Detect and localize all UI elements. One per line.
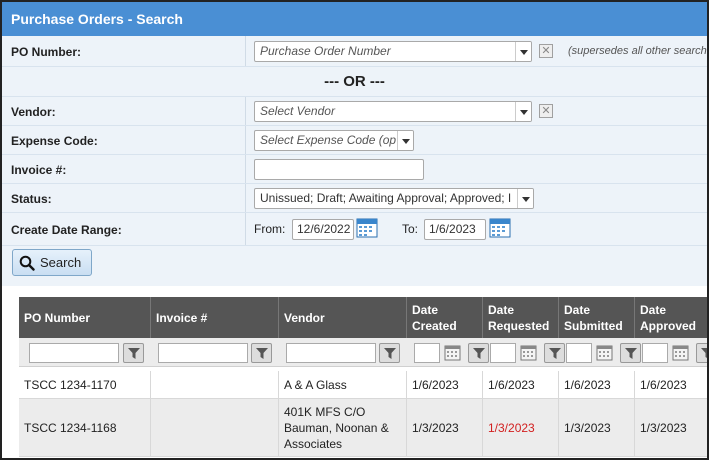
vendor-filter-input[interactable] bbox=[286, 343, 376, 363]
chevron-down-icon[interactable] bbox=[515, 42, 531, 61]
status-row: Status: Unissued; Draft; Awaiting Approv… bbox=[2, 184, 707, 213]
status-value: Unissued; Draft; Awaiting Approval; Appr… bbox=[260, 191, 512, 205]
date-range-label: Create Date Range: bbox=[11, 223, 122, 237]
date-approved-filter-input[interactable] bbox=[642, 343, 668, 363]
vendor-combobox[interactable]: Select Vendor bbox=[254, 101, 532, 122]
filter-icon[interactable] bbox=[468, 343, 489, 363]
row-divider bbox=[245, 155, 246, 183]
date-requested-cell: 1/3/2023 bbox=[483, 399, 559, 456]
po-number-hint: (supersedes all other search bbox=[568, 45, 707, 57]
table-row[interactable]: TSCC 1234-1168 401K MFS C/O Bauman, Noon… bbox=[19, 399, 707, 457]
column-header-vendor[interactable]: Vendor bbox=[279, 297, 407, 338]
calendar-icon[interactable] bbox=[489, 217, 511, 238]
column-header-date-created[interactable]: Date Created bbox=[407, 297, 483, 338]
row-divider bbox=[245, 126, 246, 154]
from-label: From: bbox=[254, 222, 286, 236]
filter-icon[interactable] bbox=[379, 343, 400, 363]
search-button-label: Search bbox=[40, 255, 82, 270]
invoice-cell bbox=[151, 399, 279, 456]
row-divider bbox=[245, 213, 246, 245]
search-form: PO Number: Purchase Order Number ✕ (supe… bbox=[2, 36, 707, 286]
or-row: --- OR --- bbox=[2, 67, 707, 97]
calendar-icon[interactable] bbox=[444, 344, 461, 361]
status-multiselect[interactable]: Unissued; Draft; Awaiting Approval; Appr… bbox=[254, 188, 534, 209]
filter-icon[interactable] bbox=[544, 343, 565, 363]
calendar-icon[interactable] bbox=[356, 217, 378, 238]
date-submitted-cell: 1/3/2023 bbox=[559, 399, 635, 456]
date-submitted-cell: 1/6/2023 bbox=[559, 371, 635, 398]
po-number-row: PO Number: Purchase Order Number ✕ (supe… bbox=[2, 36, 707, 67]
expense-code-placeholder: Select Expense Code (op bbox=[260, 133, 397, 147]
results-grid: PO Number Invoice # Vendor Date Created D… bbox=[19, 297, 707, 458]
calendar-icon[interactable] bbox=[596, 344, 613, 361]
filter-icon[interactable] bbox=[620, 343, 641, 363]
chevron-down-icon[interactable] bbox=[397, 131, 413, 150]
date-created-filter-input[interactable] bbox=[414, 343, 440, 363]
invoice-label: Invoice #: bbox=[11, 163, 67, 177]
invoice-input[interactable] bbox=[254, 159, 424, 180]
vendor-cell: 401K MFS C/O Bauman, Noonan & Associates bbox=[279, 399, 407, 456]
filter-icon[interactable] bbox=[696, 343, 707, 363]
po-number-cell: TSCC 1234-1170 bbox=[19, 371, 151, 398]
column-header-date-approved[interactable]: Date Approved bbox=[635, 297, 707, 338]
invoice-row: Invoice #: bbox=[2, 155, 707, 184]
chevron-down-icon[interactable] bbox=[517, 189, 533, 208]
column-header-po-number[interactable]: PO Number bbox=[19, 297, 151, 338]
calendar-icon[interactable] bbox=[672, 344, 689, 361]
date-submitted-filter-input[interactable] bbox=[566, 343, 592, 363]
expense-code-label: Expense Code: bbox=[11, 134, 98, 148]
purchase-orders-search-window: Purchase Orders - Search PO Number: Purc… bbox=[0, 0, 709, 460]
row-divider bbox=[245, 36, 246, 66]
to-label: To: bbox=[402, 222, 419, 236]
to-date-input[interactable]: 1/6/2023 bbox=[424, 219, 486, 240]
search-button-row bbox=[2, 246, 707, 286]
search-icon bbox=[19, 255, 35, 271]
column-header-date-requested[interactable]: Date Requested bbox=[483, 297, 559, 338]
filter-row bbox=[19, 338, 707, 367]
or-separator: --- OR --- bbox=[324, 73, 385, 90]
date-approved-cell: 1/6/2023 bbox=[635, 371, 707, 398]
status-label: Status: bbox=[11, 192, 52, 206]
clear-po-number-icon[interactable]: ✕ bbox=[539, 44, 553, 58]
date-requested-cell: 1/6/2023 bbox=[483, 371, 559, 398]
expense-code-combobox[interactable]: Select Expense Code (op bbox=[254, 130, 414, 151]
search-button[interactable]: Search bbox=[12, 249, 92, 276]
vendor-label: Vendor: bbox=[11, 105, 56, 119]
row-divider bbox=[245, 97, 246, 125]
po-number-cell: TSCC 1234-1168 bbox=[19, 399, 151, 456]
date-requested-filter-input[interactable] bbox=[490, 343, 516, 363]
invoice-filter-input[interactable] bbox=[158, 343, 248, 363]
clear-vendor-icon[interactable]: ✕ bbox=[539, 104, 553, 118]
expense-code-row: Expense Code: Select Expense Code (op bbox=[2, 126, 707, 155]
po-number-filter-input[interactable] bbox=[29, 343, 119, 363]
from-date-input[interactable]: 12/6/2022 bbox=[292, 219, 354, 240]
calendar-icon[interactable] bbox=[520, 344, 537, 361]
window-title: Purchase Orders - Search bbox=[2, 2, 707, 36]
vendor-placeholder: Select Vendor bbox=[260, 104, 335, 118]
po-number-label: PO Number: bbox=[11, 45, 82, 59]
date-range-row: Create Date Range: From: 12/6/2022 To: 1… bbox=[2, 213, 707, 246]
po-number-placeholder: Purchase Order Number bbox=[260, 44, 391, 58]
date-created-cell: 1/3/2023 bbox=[407, 399, 483, 456]
date-approved-cell: 1/3/2023 bbox=[635, 399, 707, 456]
invoice-cell bbox=[151, 371, 279, 398]
chevron-down-icon[interactable] bbox=[515, 102, 531, 121]
row-divider bbox=[245, 184, 246, 212]
column-header-invoice[interactable]: Invoice # bbox=[151, 297, 279, 338]
table-row[interactable]: TSCC 1234-1170 A & A Glass 1/6/2023 1/6/… bbox=[19, 371, 707, 399]
vendor-cell: A & A Glass bbox=[279, 371, 407, 398]
filter-icon[interactable] bbox=[251, 343, 272, 363]
column-header-date-submitted[interactable]: Date Submitted bbox=[559, 297, 635, 338]
filter-icon[interactable] bbox=[123, 343, 144, 363]
po-number-combobox[interactable]: Purchase Order Number bbox=[254, 41, 532, 62]
vendor-row: Vendor: Select Vendor ✕ bbox=[2, 97, 707, 126]
date-created-cell: 1/6/2023 bbox=[407, 371, 483, 398]
grid-header: PO Number Invoice # Vendor Date Created D… bbox=[19, 297, 707, 338]
